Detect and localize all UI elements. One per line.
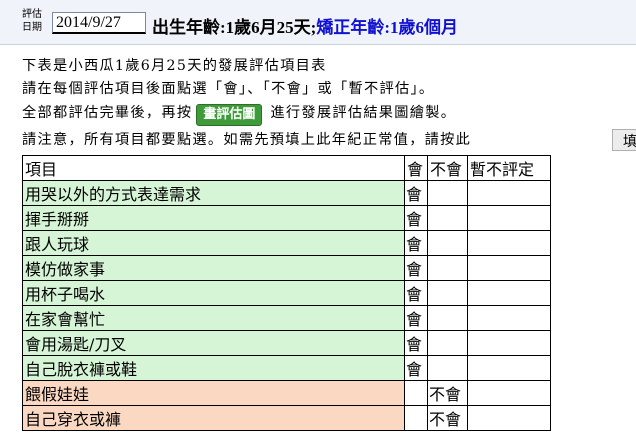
cannot-cell[interactable] bbox=[427, 230, 468, 256]
cannot-cell[interactable] bbox=[427, 180, 468, 206]
eval-date-input[interactable] bbox=[52, 12, 146, 34]
can-cell[interactable]: 會 bbox=[404, 180, 428, 206]
can-cell[interactable]: 會 bbox=[404, 330, 428, 356]
can-cell[interactable] bbox=[404, 380, 428, 406]
skip-cell[interactable] bbox=[467, 330, 551, 356]
cannot-cell[interactable] bbox=[427, 205, 468, 231]
instruction-line-3-suffix: 進行發展評估結果圖繪製。 bbox=[270, 105, 457, 121]
cannot-cell[interactable] bbox=[427, 355, 468, 381]
table-row: 用杯子喝水 會 bbox=[22, 280, 551, 306]
table-row: 餵假娃娃 不會 bbox=[22, 380, 551, 406]
skip-cell[interactable] bbox=[467, 180, 551, 206]
can-cell[interactable] bbox=[404, 405, 428, 431]
age-display: 出生年齡:1歲6月25天;矯正年齡:1歲6個月 bbox=[152, 13, 458, 38]
skip-cell[interactable] bbox=[467, 305, 551, 331]
header-can: 會 bbox=[404, 155, 428, 181]
table-row: 會用湯匙/刀叉 會 bbox=[22, 330, 551, 356]
item-label: 用哭以外的方式表達需求 bbox=[22, 180, 405, 206]
skip-cell[interactable] bbox=[467, 380, 551, 406]
item-label: 跟人玩球 bbox=[22, 230, 405, 256]
table-row: 跟人玩球 會 bbox=[22, 230, 551, 256]
cannot-cell[interactable] bbox=[427, 305, 468, 331]
skip-cell[interactable] bbox=[467, 405, 551, 431]
can-cell[interactable]: 會 bbox=[404, 280, 428, 306]
assessment-table: 項目 會 不會 暫不評定 用哭以外的方式表達需求 會 揮手掰掰 會 跟人玩球 會… bbox=[22, 155, 551, 431]
instruction-line-4: 請注意，所有項目都要點選。如需先預填上此年紀正常值，請按此 bbox=[22, 132, 472, 148]
prefill-button[interactable]: 填 bbox=[612, 129, 636, 151]
item-label: 模仿做家事 bbox=[22, 255, 405, 281]
corrected-age: 矯正年齡:1歲6個月 bbox=[316, 18, 458, 37]
instruction-line-1: 下表是小西瓜1歲6月25天的發展評估項目表 bbox=[22, 58, 327, 74]
can-cell[interactable]: 會 bbox=[404, 305, 428, 331]
cannot-cell[interactable]: 不會 bbox=[427, 405, 468, 431]
can-cell[interactable]: 會 bbox=[404, 230, 428, 256]
can-cell[interactable]: 會 bbox=[404, 355, 428, 381]
item-label: 自己穿衣或褲 bbox=[22, 405, 405, 431]
cannot-cell[interactable]: 不會 bbox=[427, 380, 468, 406]
skip-cell[interactable] bbox=[467, 280, 551, 306]
item-label: 自己脫衣褲或鞋 bbox=[22, 355, 405, 381]
can-cell[interactable]: 會 bbox=[404, 255, 428, 281]
instruction-line-2: 請在每個評估項目後面點選「會」、「不會」或「暫不評估」。 bbox=[22, 81, 435, 97]
cannot-cell[interactable] bbox=[427, 330, 468, 356]
skip-cell[interactable] bbox=[467, 205, 551, 231]
skip-cell[interactable] bbox=[467, 355, 551, 381]
header-cannot: 不會 bbox=[427, 155, 468, 181]
instruction-line-3-prefix: 全部都評估完畢後，再按 bbox=[22, 105, 193, 121]
table-row: 在家會幫忙 會 bbox=[22, 305, 551, 331]
draw-chart-button[interactable]: 畫評估圖 bbox=[196, 104, 263, 126]
table-header-row: 項目 會 不會 暫不評定 bbox=[22, 155, 551, 181]
item-label: 在家會幫忙 bbox=[22, 305, 405, 331]
instruction-line-3: 全部都評估完畢後，再按 畫評估圖 進行發展評估結果圖繪製。 bbox=[22, 104, 456, 126]
item-label: 會用湯匙/刀叉 bbox=[22, 330, 405, 356]
eval-date-label-line1: 評估 bbox=[22, 9, 42, 20]
table-row: 用哭以外的方式表達需求 會 bbox=[22, 180, 551, 206]
item-label: 用杯子喝水 bbox=[22, 280, 405, 306]
table-row: 模仿做家事 會 bbox=[22, 255, 551, 281]
skip-cell[interactable] bbox=[467, 255, 551, 281]
eval-date-label: 評估 日期 bbox=[22, 8, 50, 34]
cannot-cell[interactable] bbox=[427, 255, 468, 281]
skip-cell[interactable] bbox=[467, 230, 551, 256]
header-skip: 暫不評定 bbox=[467, 155, 551, 181]
table-row: 自己脫衣褲或鞋 會 bbox=[22, 355, 551, 381]
item-label: 揮手掰掰 bbox=[22, 205, 405, 231]
eval-date-label-line2: 日期 bbox=[22, 22, 42, 33]
header-bar: 評估 日期 出生年齡:1歲6月25天;矯正年齡:1歲6個月 bbox=[0, 0, 636, 45]
table-row: 自己穿衣或褲 不會 bbox=[22, 405, 551, 431]
birth-age: 出生年齡:1歲6月25天; bbox=[152, 18, 317, 37]
can-cell[interactable]: 會 bbox=[404, 205, 428, 231]
table-row: 揮手掰掰 會 bbox=[22, 205, 551, 231]
cannot-cell[interactable] bbox=[427, 280, 468, 306]
header-item: 項目 bbox=[22, 155, 405, 181]
item-label: 餵假娃娃 bbox=[22, 380, 405, 406]
